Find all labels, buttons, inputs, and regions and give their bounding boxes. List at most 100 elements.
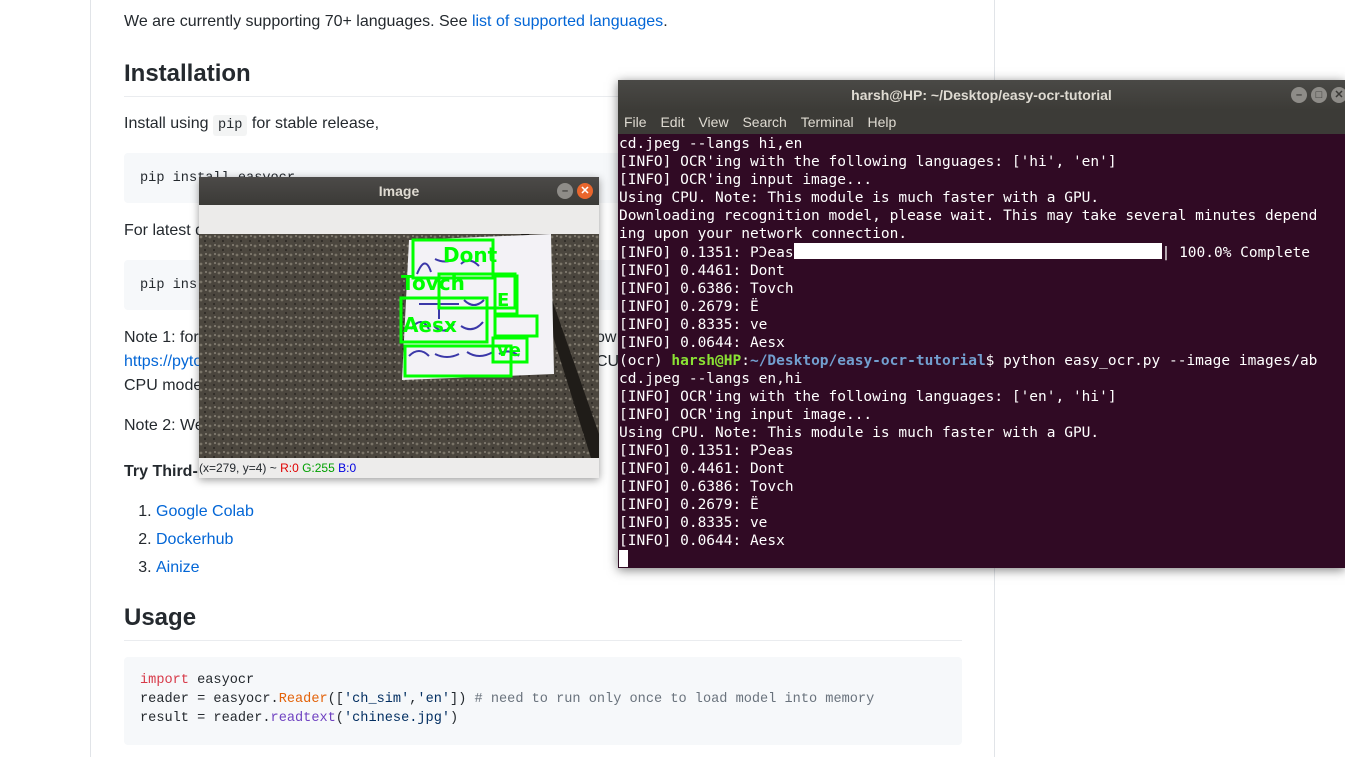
code-token: 'en' [417, 692, 451, 707]
install-paragraph: Install using pip for stable release, [124, 112, 379, 138]
code-comment: # need to run only once to load model in… [474, 692, 875, 707]
ocr-result-image: Dont Tovch Aesx ve E [199, 234, 599, 458]
term-line: [INFO] 0.4461: Dont [619, 263, 785, 279]
term-line: [INFO] OCR'ing input image... [619, 172, 873, 188]
term-line: [INFO] 0.8335: ve [619, 515, 768, 531]
term-line: Using CPU. Note: This module is much fas… [619, 425, 1100, 441]
prompt-env: (ocr) [619, 353, 672, 369]
code-line-3: result = reader.readtext('chinese.jpg') [140, 709, 946, 728]
list-item: Google Colab [156, 498, 254, 526]
image-window-titlebar[interactable]: Image – ✕ [199, 177, 599, 205]
prompt-line: (ocr) harsh@HP:~/Desktop/easy-ocr-tutori… [619, 352, 1345, 370]
code-token: ( [335, 711, 344, 726]
term-line: [INFO] 0.6386: Tovch [619, 479, 794, 495]
prompt-path: ~/Desktop/easy-ocr-tutorial [749, 353, 986, 369]
terminal-menubar: File Edit View Search Terminal Help [618, 110, 1345, 134]
support-paragraph: We are currently supporting 70+ language… [124, 10, 668, 34]
prompt-cmd: $ python easy_ocr.py --image images/ab [985, 353, 1318, 369]
code-token: readtext [270, 711, 336, 726]
status-coords: (x=279, y=4) ~ [199, 461, 277, 475]
image-window: Image – ✕ Dont Tovch Aesx ve E (x=279, y… [199, 177, 599, 478]
cursor-line [619, 550, 1345, 568]
code-token: import [140, 673, 189, 688]
status-g: G:255 [302, 461, 335, 475]
code-token: 'chinese.jpg' [343, 711, 451, 726]
image-status-bar: (x=279, y=4) ~ R:0 G:255 B:0 [199, 458, 599, 478]
terminal-titlebar[interactable]: harsh@HP: ~/Desktop/easy-ocr-tutorial – … [618, 80, 1345, 110]
minimize-icon[interactable]: – [557, 183, 573, 199]
label-aesx: Aesx [403, 313, 457, 337]
progress-prefix: [INFO] 0.1351: PƆeas [619, 245, 794, 261]
list-item: Dockerhub [156, 526, 254, 554]
label-e: E [497, 290, 509, 311]
term-line: [INFO] 0.0644: Aesx [619, 335, 785, 351]
term-line: ing upon your network connection. [619, 226, 908, 242]
image-window-title: Image [378, 183, 420, 199]
maximize-icon[interactable]: □ [1311, 87, 1327, 103]
dockerhub-link[interactable]: Dockerhub [156, 531, 233, 548]
code-token: ) [450, 711, 459, 726]
pip-inline-code: pip [212, 115, 248, 136]
support-text: We are currently supporting 70+ language… [124, 13, 468, 30]
note2-text: Note 2: We [124, 417, 204, 434]
ainize-link[interactable]: Ainize [156, 559, 200, 576]
term-line: cd.jpeg --langs hi,en [619, 136, 803, 152]
terminal-title: harsh@HP: ~/Desktop/easy-ocr-tutorial [851, 87, 1112, 103]
terminal-output[interactable]: cd.jpeg --langs hi,en [INFO] OCR'ing with… [619, 135, 1345, 568]
prompt-colon: : [741, 353, 750, 369]
list-item: Ainize [156, 554, 254, 582]
code-token: ([ [327, 692, 344, 707]
minimize-icon[interactable]: – [1291, 87, 1307, 103]
progress-suffix: | 100.0% Complete [1161, 245, 1311, 261]
pytorch-link[interactable]: https://pyto [124, 350, 202, 374]
term-line: [INFO] 0.2679: Ë [619, 497, 759, 513]
install-post: for stable release, [251, 115, 380, 132]
menu-search[interactable]: Search [742, 114, 786, 130]
install-pre: Install using [124, 115, 209, 132]
term-line: [INFO] 0.2679: Ë [619, 299, 759, 315]
menu-help[interactable]: Help [868, 114, 897, 130]
photo-canvas: Dont Tovch Aesx ve E [199, 234, 599, 458]
usage-code-block: import easyocr reader = easyocr.Reader([… [124, 657, 962, 745]
menu-file[interactable]: File [624, 114, 647, 130]
code-token: ]) [450, 692, 475, 707]
status-b: B:0 [338, 461, 357, 475]
code-token: reader = easyocr. [140, 692, 279, 707]
menu-edit[interactable]: Edit [660, 114, 684, 130]
term-line: cd.jpeg --langs en,hi [619, 371, 803, 387]
term-line: [INFO] OCR'ing with the following langua… [619, 154, 1117, 170]
code-token: easyocr [188, 673, 255, 688]
try-third-party-heading: Try Third- [124, 463, 198, 480]
terminal-window: harsh@HP: ~/Desktop/easy-ocr-tutorial – … [618, 80, 1345, 568]
close-icon[interactable]: ✕ [1331, 87, 1345, 103]
image-window-toolbar [199, 205, 599, 234]
label-dont: Dont [443, 243, 498, 267]
term-line: [INFO] 0.8335: ve [619, 317, 768, 333]
progress-bar [793, 243, 1162, 259]
term-line: [INFO] 0.6386: Tovch [619, 281, 794, 297]
note1-start: Note 1: for [124, 329, 199, 346]
code-line-2: reader = easyocr.Reader(['ch_sim','en'])… [140, 690, 946, 709]
note1-mid: ow [596, 329, 617, 346]
code-line-1: import easyocr [140, 671, 946, 690]
menu-terminal[interactable]: Terminal [801, 114, 854, 130]
pip-cmd2: pip ins [140, 278, 198, 293]
menu-view[interactable]: View [698, 114, 728, 130]
term-line: [INFO] 0.4461: Dont [619, 461, 785, 477]
latest-paragraph: For latest d [124, 222, 205, 239]
terminal-cursor [619, 550, 628, 567]
prompt-user: harsh@HP [671, 353, 742, 369]
cpu-mode-text: CPU mode [124, 377, 203, 394]
demo-links-list: Google Colab Dockerhub Ainize [124, 498, 254, 582]
code-token: 'ch_sim' [343, 692, 410, 707]
close-icon[interactable]: ✕ [577, 183, 593, 199]
progress-line: [INFO] 0.1351: PƆeas | 100.0% Complete [619, 243, 1345, 262]
google-colab-link[interactable]: Google Colab [156, 503, 254, 520]
code-token: Reader [278, 692, 328, 707]
term-line: Using CPU. Note: This module is much fas… [619, 190, 1100, 206]
term-line: [INFO] OCR'ing input image... [619, 407, 873, 423]
term-line: [INFO] 0.0644: Aesx [619, 533, 785, 549]
supported-languages-link[interactable]: list of supported languages [472, 13, 663, 30]
term-line: Downloading recognition model, please wa… [619, 208, 1318, 224]
support-end: . [663, 13, 668, 30]
